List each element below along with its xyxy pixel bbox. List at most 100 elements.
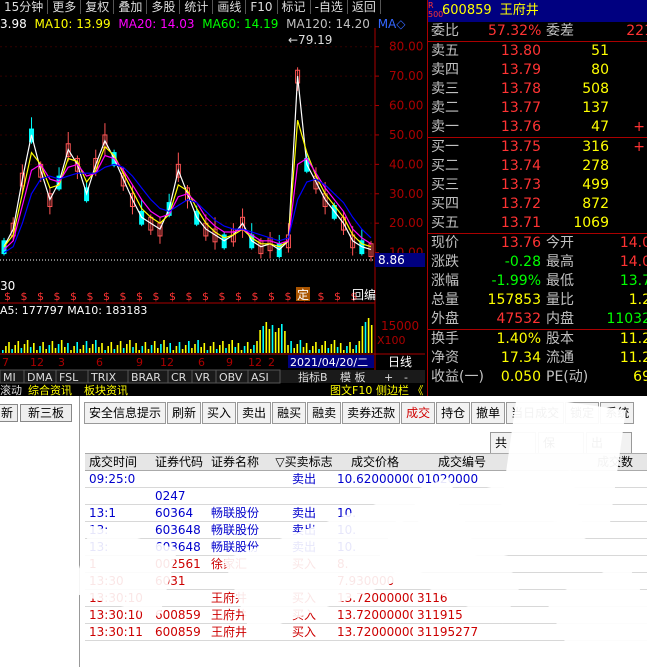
volume-bar [277, 328, 280, 353]
trade-button[interactable]: 撤单 [471, 402, 506, 424]
ask-row[interactable]: 卖一 13.76 47 + [428, 118, 647, 137]
volume-bar [349, 342, 351, 353]
right-tab: - [404, 371, 408, 384]
volume-bar [79, 349, 82, 353]
event-marker: $ [103, 290, 110, 303]
toolbar-item[interactable]: 多股 [147, 0, 181, 14]
volume-bar [352, 349, 354, 353]
y-tick-label: 20.00 [389, 216, 423, 230]
volume-bar [144, 342, 147, 353]
trade-button[interactable]: 融卖 [307, 402, 342, 424]
volume-bar [26, 340, 29, 353]
y-tick-label: 40.00 [389, 157, 423, 171]
volume-bar [126, 344, 128, 353]
trade-button[interactable]: 持仓 [436, 402, 471, 424]
stat2-row[interactable]: 收益(一) 0.050 PE(动) 69 [428, 368, 647, 387]
volume-bar [172, 350, 175, 353]
volume-bar [212, 342, 215, 353]
toolbar-item[interactable]: 标记 [278, 0, 311, 14]
event-marker: $ [235, 290, 242, 303]
volume-bar [17, 341, 20, 353]
month-label: 9 [226, 356, 233, 369]
trade-button[interactable]: 卖券还款 [342, 402, 401, 424]
toolbar-item[interactable]: 更多 [48, 0, 82, 14]
ask-row[interactable]: 卖二 13.77 137 [428, 99, 647, 118]
volume-bar [98, 347, 100, 353]
toolbar-item[interactable]: 15分钟 [0, 0, 49, 14]
toolbar-item[interactable]: F10 [246, 0, 278, 14]
volume-bar [113, 349, 116, 353]
volume-bar [88, 348, 91, 353]
volume-bar [225, 348, 227, 353]
trade-button[interactable]: 卖出 [237, 402, 272, 424]
volume-bar [321, 345, 323, 353]
volume-bar [184, 345, 187, 353]
stat2-row[interactable]: 净资 17.34 流通 11.2 [428, 349, 647, 368]
bid-row[interactable]: 买四 13.72 872 [428, 195, 647, 214]
bid-row[interactable]: 买二 13.74 278 [428, 157, 647, 176]
indicator-tab: BRAR [131, 371, 161, 384]
kline-chart[interactable]: 80.00 70.00 60.00 50.00 40.00 30.00 20.00 10.00… [0, 14, 425, 396]
bid-list: 买一 13.75 316 + 买二 13.74 278 买三 13.73 499 … [428, 138, 647, 233]
volume-bar [60, 340, 63, 353]
volume-bar [157, 348, 159, 353]
toolbar-item[interactable]: -自选 [311, 0, 348, 14]
trade-button[interactable]: 融买 [272, 402, 307, 424]
quote-panel: R500 600859 王府井 委比 57.32% 委差 221 卖五 13.8… [427, 0, 647, 396]
volume-bar [333, 340, 336, 353]
bid-row[interactable]: 买一 13.75 316 + [428, 138, 647, 157]
trade-button[interactable]: 刷新 [167, 402, 202, 424]
volume-bar [194, 344, 196, 353]
peak-label: ←79.19 [288, 33, 332, 47]
volume-bar [355, 345, 357, 353]
stat-row[interactable]: 涨幅 -1.99% 最低 13.7 [428, 272, 647, 291]
ask-row[interactable]: 卖五 13.80 51 [428, 42, 647, 61]
ma-more-icon[interactable]: MA◇ [378, 17, 406, 31]
trade-button[interactable]: 成交 [401, 402, 436, 424]
volume-bar [48, 345, 51, 353]
volume-bar [132, 347, 134, 353]
month-label: 12 [248, 356, 262, 369]
r-badge: R 500 [428, 1, 444, 19]
volume-bar [318, 349, 320, 353]
y-tick-label: 60.00 [389, 99, 423, 113]
volume-bar [265, 322, 268, 353]
volume-bar [166, 347, 168, 353]
indicator-tab: DMA [27, 371, 53, 384]
ask-row[interactable]: 卖四 13.79 80 [428, 61, 647, 80]
toolbar-item[interactable]: 统计 [180, 0, 214, 14]
volume-bar [67, 343, 69, 353]
bottom-right-tab: 图文F10 [330, 383, 372, 396]
trade-button[interactable]: 安全信息提示 [84, 402, 167, 424]
volume-bar [175, 346, 178, 353]
month-label: 12 [160, 356, 174, 369]
stat-row[interactable]: 外盘 47532 内盘 11032 [428, 310, 647, 329]
stat2-row[interactable]: 换手 1.40% 股本 11.2 [428, 330, 647, 349]
ask-row[interactable]: 卖三 13.78 508 [428, 80, 647, 99]
toolbar-item[interactable]: 叠加 [114, 0, 148, 14]
chart-svg[interactable]: 80.0070.0060.0050.0040.0030.0020.0010.00… [0, 14, 425, 396]
tab-new[interactable]: 新 [0, 404, 18, 422]
bid-row[interactable]: 买五 13.71 1069 [428, 214, 647, 233]
volume-bar [209, 346, 212, 353]
event-marker: $ [202, 290, 209, 303]
bid-row[interactable]: 买三 13.73 499 [428, 176, 647, 195]
month-label: 2 [268, 356, 275, 369]
volume-bar [271, 325, 274, 353]
stock-code: 600859 [442, 3, 492, 18]
event-marker: $ [4, 290, 11, 303]
volume-bar [95, 340, 97, 353]
toolbar-item[interactable]: 复权 [81, 0, 115, 14]
volume-bar [215, 349, 218, 353]
event-marker: $ [87, 290, 94, 303]
volume-bar [45, 349, 47, 353]
stock-name: 王府井 [499, 3, 539, 18]
toolbar-item[interactable]: 返回 [348, 0, 381, 14]
volume-bar [253, 345, 255, 353]
tab-neeq[interactable]: 新三板 [20, 404, 72, 422]
toolbar-item[interactable]: 画线 [213, 0, 247, 14]
stat-row[interactable]: 现价 13.76 今开 14.0 [428, 234, 647, 253]
stat-row[interactable]: 涨跌 -0.28 最高 14.0 [428, 253, 647, 272]
trade-button[interactable]: 买入 [202, 402, 237, 424]
stat-row[interactable]: 总量 157853 量比 1.2 [428, 291, 647, 310]
